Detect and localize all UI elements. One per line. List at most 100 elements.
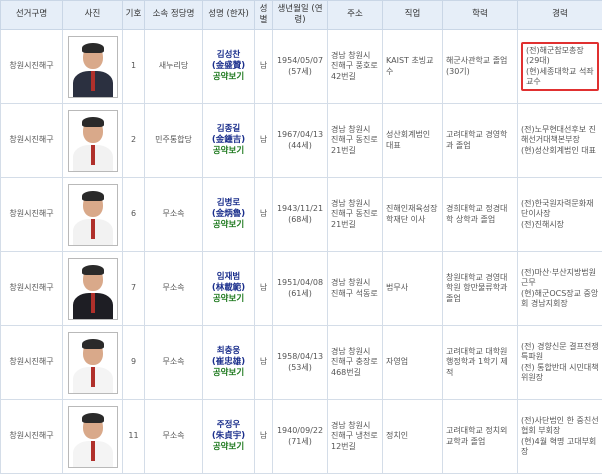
candidate-photo: [67, 109, 118, 172]
hair-shape: [81, 190, 104, 201]
gender-cell: 남: [254, 177, 273, 252]
education-cell: 고려대학교 경영학과 졸업: [442, 103, 518, 178]
header-education: 학력: [442, 0, 518, 30]
career-line-2: (현)성산회계법인 대표: [521, 145, 597, 155]
pledge-link[interactable]: 공약보기: [206, 442, 251, 453]
job-cell: KAIST 초빙교수: [382, 29, 443, 104]
header-name: 성명 (한자): [202, 0, 255, 30]
number-cell: 7: [122, 251, 145, 326]
name-cell: 김병로 (金炳魯) 공약보기: [202, 177, 255, 252]
tie-shape: [90, 144, 95, 165]
career-box: (전)마산·부산지방법원 근무 (현)해군OCS장교 중앙회 경남지회장: [521, 268, 599, 310]
name-korean: 김성찬: [216, 49, 241, 60]
party-cell: 무소속: [144, 399, 203, 474]
career-box: (전)해군참모총장(29대) (현)세종대학교 석좌교수: [521, 41, 599, 92]
pledge-link[interactable]: 공약보기: [206, 220, 251, 231]
career-line-1: (전)마산·부산지방법원 근무: [521, 267, 597, 288]
career-box: (전)사단법인 한 중친선협회 부회장 (현)4월 혁명 고대부회장: [521, 416, 599, 458]
name-cell: 최충웅 (崔忠雄) 공약보기: [202, 325, 255, 400]
hair-shape: [81, 264, 104, 275]
header-career: 경력: [517, 0, 602, 30]
district-cell: 창원시진해구: [0, 29, 63, 104]
birth-date: 1967/04/13: [276, 130, 324, 140]
career-cell: (전) 경향신문 결프전쟁 특파원 (전) 통합반대 시민대책위원장: [517, 325, 602, 400]
birth-date: 1940/09/22: [276, 426, 324, 436]
career-cell: (전)해군참모총장(29대) (현)세종대학교 석좌교수: [517, 29, 602, 104]
job-cell: 자영업: [382, 325, 443, 400]
name-korean: 주정우: [216, 419, 241, 430]
candidate-photo: [67, 35, 118, 98]
photo-cell: [62, 399, 123, 474]
name-cell: 주정우 (朱貞宇) 공약보기: [202, 399, 255, 474]
career-line-1: (전)해군참모총장(29대): [526, 45, 584, 66]
party-cell: 무소속: [144, 325, 203, 400]
pledge-link[interactable]: 공약보기: [206, 294, 251, 305]
photo-cell: [62, 29, 123, 104]
district-cell: 창원시진해구: [0, 325, 63, 400]
career-box: (전)한국원자력문화재단이사장 (전)진해시장: [521, 199, 599, 230]
number-cell: 1: [122, 29, 145, 104]
header-party: 소속 정당명: [144, 0, 203, 30]
district-cell: 창원시진해구: [0, 177, 63, 252]
career-box: (전) 경향신문 결프전쟁 특파원 (전) 통합반대 시민대책위원장: [521, 342, 599, 384]
party-cell: 민주통합당: [144, 103, 203, 178]
header-gender: 성별: [254, 0, 273, 30]
number-cell: 6: [122, 177, 145, 252]
education-cell: 고려대학교 정치외교학과 졸업: [442, 399, 518, 474]
tie-shape: [90, 218, 95, 239]
hair-shape: [81, 116, 104, 127]
job-cell: 법무사: [382, 251, 443, 326]
candidate-photo: [67, 405, 118, 468]
pledge-link[interactable]: 공약보기: [206, 72, 251, 83]
job-cell: 정치인: [382, 399, 443, 474]
table-row: 창원시진해구 6 무소속 김병로 (金炳魯) 공약보기 남 1943/11/21 (68세) 경남…: [0, 177, 602, 252]
career-line-2: (현)해군OCS장교 중앙회 경남지회장: [521, 288, 599, 308]
header-number: 기호: [122, 0, 145, 30]
birth-date: 1943/11/21: [276, 204, 324, 214]
name-korean: 최충웅: [216, 345, 241, 356]
name-hanja: (崔忠雄): [211, 356, 246, 367]
career-line-2: (전) 통합반대 시민대책위원장: [521, 362, 599, 382]
party-cell: 무소속: [144, 177, 203, 252]
number-cell: 2: [122, 103, 145, 178]
age: (53세): [288, 362, 312, 372]
age: (44세): [288, 140, 312, 150]
name-hanja: (朱貞宇): [211, 430, 246, 441]
age: (68세): [288, 214, 312, 224]
table-row: 창원시진해구 11 무소속 주정우 (朱貞宇) 공약보기 남 1940/09/22 (71세) 경…: [0, 399, 602, 474]
career-line-1: (전)사단법인 한 중친선협회 부회장: [521, 415, 599, 436]
gender-cell: 남: [254, 399, 273, 474]
name-cell: 임재범 (林載範) 공약보기: [202, 251, 255, 326]
career-line-2: (현)세종대학교 석좌교수: [526, 66, 594, 86]
age: (57세): [288, 66, 312, 76]
pledge-link[interactable]: 공약보기: [206, 368, 251, 379]
party-cell: 무소속: [144, 251, 203, 326]
district-cell: 창원시진해구: [0, 251, 63, 326]
name-hanja: (金盛贊): [211, 60, 246, 71]
party-cell: 새누리당: [144, 29, 203, 104]
age: (71세): [288, 436, 312, 446]
name-hanja: (金炳魯): [211, 208, 246, 219]
hair-shape: [81, 412, 104, 423]
header-district: 선거구명: [0, 0, 63, 30]
birth-date: 1951/04/08: [276, 278, 324, 288]
pledge-link[interactable]: 공약보기: [206, 146, 251, 157]
address-cell: 경남 창원시 진해구 냉천로12번길: [327, 399, 383, 474]
career-line-2: (전)진해시장: [521, 219, 565, 229]
table-row: 창원시진해구 1 새누리당 김성찬 (金盛贊) 공약보기 남 1954/05/07 (57세) 경…: [0, 29, 602, 104]
education-cell: 해군사관학교 졸업(30기): [442, 29, 518, 104]
address-cell: 경남 창원시 진해구 동진로21번길: [327, 103, 383, 178]
candidate-photo: [67, 257, 118, 320]
birth-date: 1958/04/13: [276, 352, 324, 362]
photo-cell: [62, 177, 123, 252]
photo-cell: [62, 325, 123, 400]
career-line-1: (전)노무현대선후보 진해선거대책본부장: [521, 124, 597, 145]
gender-cell: 남: [254, 325, 273, 400]
name-korean: 김병로: [216, 197, 241, 208]
education-cell: 고려대학교 대학원 행정학과 1학기 제적: [442, 325, 518, 400]
birth-cell: 1967/04/13 (44세): [272, 103, 328, 178]
candidate-photo: [67, 331, 118, 394]
career-line-2: (현)4월 혁명 고대부회장: [521, 436, 597, 456]
birth-cell: 1958/04/13 (53세): [272, 325, 328, 400]
career-cell: (전)마산·부산지방법원 근무 (현)해군OCS장교 중앙회 경남지회장: [517, 251, 602, 326]
